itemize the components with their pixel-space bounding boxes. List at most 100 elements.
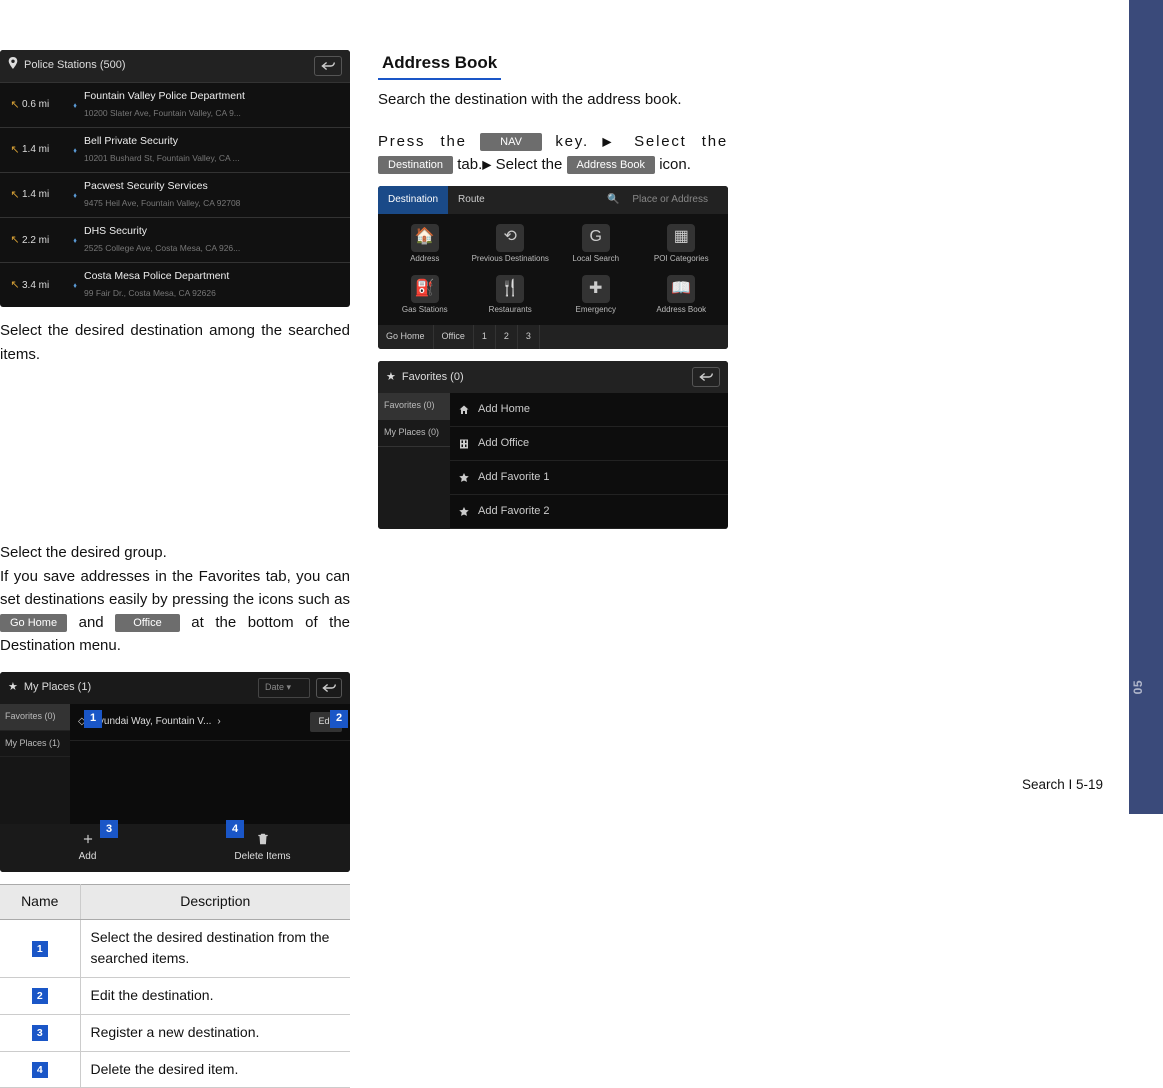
cell-label: Restaurants (470, 306, 552, 315)
cell-label: Gas Stations (384, 306, 466, 315)
myp-body: Favorites (0) My Places (1) ◇ Hyundai Wa… (0, 704, 350, 824)
fav-item[interactable]: Add Office (450, 427, 728, 461)
pin-icon: ⬪ (66, 231, 84, 250)
th-name: Name (0, 885, 80, 920)
poi-name: Bell Private Security (84, 135, 178, 147)
direction-icon: ↖ (8, 97, 22, 114)
foot-slot[interactable]: 1 (474, 325, 496, 349)
text-seg: If you save addresses in the Favorites t… (0, 568, 350, 608)
fav-body: Favorites (0) My Places (0) Add Home Add… (378, 393, 728, 529)
step-select: Select the (634, 133, 728, 150)
pin-icon: ⬪ (66, 141, 84, 160)
step-select2: Select the (496, 156, 563, 173)
intro-text: Search the destination with the address … (378, 88, 728, 111)
myp-side: Favorites (0) My Places (1) (0, 704, 70, 824)
my-places-screenshot: ★ My Places (1) Date ▾ Favorites (0) My … (0, 672, 350, 873)
direction-icon: ↖ (8, 187, 22, 204)
dest-cell[interactable]: 📖Address Book (639, 269, 725, 321)
poi-row[interactable]: ↖ 2.2 mi ⬪ DHS Security2525 College Ave,… (0, 217, 350, 262)
fav-item[interactable]: Add Favorite 2 (450, 495, 728, 529)
cell-label: Emergency (555, 306, 637, 315)
dest-tabs: Destination Route 🔍 Place or Address (378, 186, 728, 214)
poi-addr: 10200 Slater Ave, Fountain Valley, CA 9.… (84, 108, 241, 118)
page: Police Stations (500) ↖ 0.6 mi ⬪ Fountai… (0, 0, 1105, 1088)
foot-go-home[interactable]: Go Home (378, 325, 434, 349)
dest-cell[interactable]: GLocal Search (553, 218, 639, 270)
para-select-group: Select the desired group. (0, 541, 350, 564)
direction-icon: ↖ (8, 232, 22, 249)
side-tab-favorites[interactable]: Favorites (0) (0, 704, 70, 731)
dest-cell[interactable]: 🍴 Restaurants (468, 269, 554, 321)
myp-list: ◇ Hyundai Way, Fountain V... › Edit (70, 704, 350, 824)
tab-destination[interactable]: Destination (378, 186, 448, 214)
pin-icon: ⬪ (66, 276, 84, 295)
poi-rows: ↖ 0.6 mi ⬪ Fountain Valley Police Depart… (0, 82, 350, 307)
poi-row[interactable]: ↖ 1.4 mi ⬪ Pacwest Security Services9475… (0, 172, 350, 217)
back-icon[interactable] (314, 56, 342, 76)
side-tab-myplaces[interactable]: My Places (0) (378, 420, 450, 447)
search-field[interactable]: 🔍 Place or Address (597, 186, 728, 214)
fav-label: Add Home (478, 401, 530, 418)
restaurant-icon: 🍴 (496, 275, 524, 303)
step-text: Press the NAV key. ▶ Select the Destinat… (378, 130, 728, 177)
callout-icon: 3 (32, 1025, 48, 1041)
th-desc: Description (80, 885, 350, 920)
poi-distance: 1.4 mi (22, 187, 66, 203)
back-icon[interactable] (692, 367, 720, 387)
chapter-number: 05 (1129, 680, 1163, 694)
poi-name: Fountain Valley Police Department (84, 90, 245, 102)
fav-label: Add Office (478, 435, 529, 452)
myp-row[interactable]: ◇ Hyundai Way, Fountain V... › Edit (70, 704, 350, 741)
dest-cell[interactable]: 🏠Address (382, 218, 468, 270)
dest-cell[interactable]: ⟲Previous Destinations (468, 218, 554, 270)
poi-distance: 1.4 mi (22, 142, 66, 158)
cell-label: Local Search (555, 255, 637, 264)
fav-item[interactable]: Add Favorite 1 (450, 461, 728, 495)
address-icon: 🏠 (411, 224, 439, 252)
arrow-icon: ▶ (602, 134, 620, 148)
delete-button[interactable]: Delete Items (175, 824, 350, 873)
cell-label: Address Book (641, 306, 723, 315)
poi-row[interactable]: ↖ 0.6 mi ⬪ Fountain Valley Police Depart… (0, 82, 350, 127)
back-icon[interactable] (316, 678, 342, 698)
foot-office[interactable]: Office (434, 325, 474, 349)
office-button: Office (115, 614, 180, 632)
column-1: Police Stations (500) ↖ 0.6 mi ⬪ Fountai… (0, 50, 350, 366)
dest-cell[interactable]: ✚Emergency (553, 269, 639, 321)
tab-route[interactable]: Route (448, 186, 495, 214)
dest-grid: 🏠Address ⟲Previous Destinations GLocal S… (378, 214, 728, 326)
foot-slot[interactable]: 3 (518, 325, 540, 349)
fav-item[interactable]: Add Home (450, 393, 728, 427)
fav-list: Add Home Add Office Add Favorite 1 Add F… (450, 393, 728, 529)
nav-key-button: NAV (480, 133, 542, 151)
search-placeholder: Place or Address (622, 188, 718, 211)
sort-select[interactable]: Date ▾ (258, 678, 310, 698)
pin-icon: ⬪ (66, 96, 84, 115)
cell-desc: Delete the desired item. (80, 1051, 350, 1088)
side-tab-favorites[interactable]: Favorites (0) (378, 393, 450, 420)
dest-cell[interactable]: ⛽Gas Stations (382, 269, 468, 321)
dest-cell[interactable]: ▦POI Categories (639, 218, 725, 270)
destination-button: Destination (378, 156, 453, 174)
poi-name: Pacwest Security Services (84, 180, 208, 192)
cell-label: POI Categories (641, 255, 723, 264)
callout-icon: 4 (32, 1062, 48, 1078)
poi-title: Police Stations (500) (24, 57, 126, 74)
direction-icon: ↖ (8, 142, 22, 159)
star-icon: ★ (386, 369, 396, 386)
poi-row[interactable]: ↖ 1.4 mi ⬪ Bell Private Security10201 Bu… (0, 127, 350, 172)
poi-row[interactable]: ↖ 3.4 mi ⬪ Costa Mesa Police Department9… (0, 262, 350, 307)
star-icon: ★ (8, 679, 18, 696)
poi-name: DHS Security (84, 225, 147, 237)
chevron-icon: › (217, 714, 220, 730)
dest-footer: Go Home Office 1 2 3 (378, 325, 728, 349)
callout-icon: 1 (32, 941, 48, 957)
add-button[interactable]: Add (0, 824, 175, 873)
myp-footer: Add Delete Items (0, 824, 350, 873)
section-heading: Address Book (378, 50, 501, 80)
foot-slot[interactable]: 2 (496, 325, 518, 349)
callout-3: 3 (100, 820, 118, 838)
column-3: Select the desired group. If you save ad… (0, 541, 350, 1088)
text-seg: and (79, 614, 104, 631)
side-tab-myplaces[interactable]: My Places (1) (0, 731, 70, 758)
